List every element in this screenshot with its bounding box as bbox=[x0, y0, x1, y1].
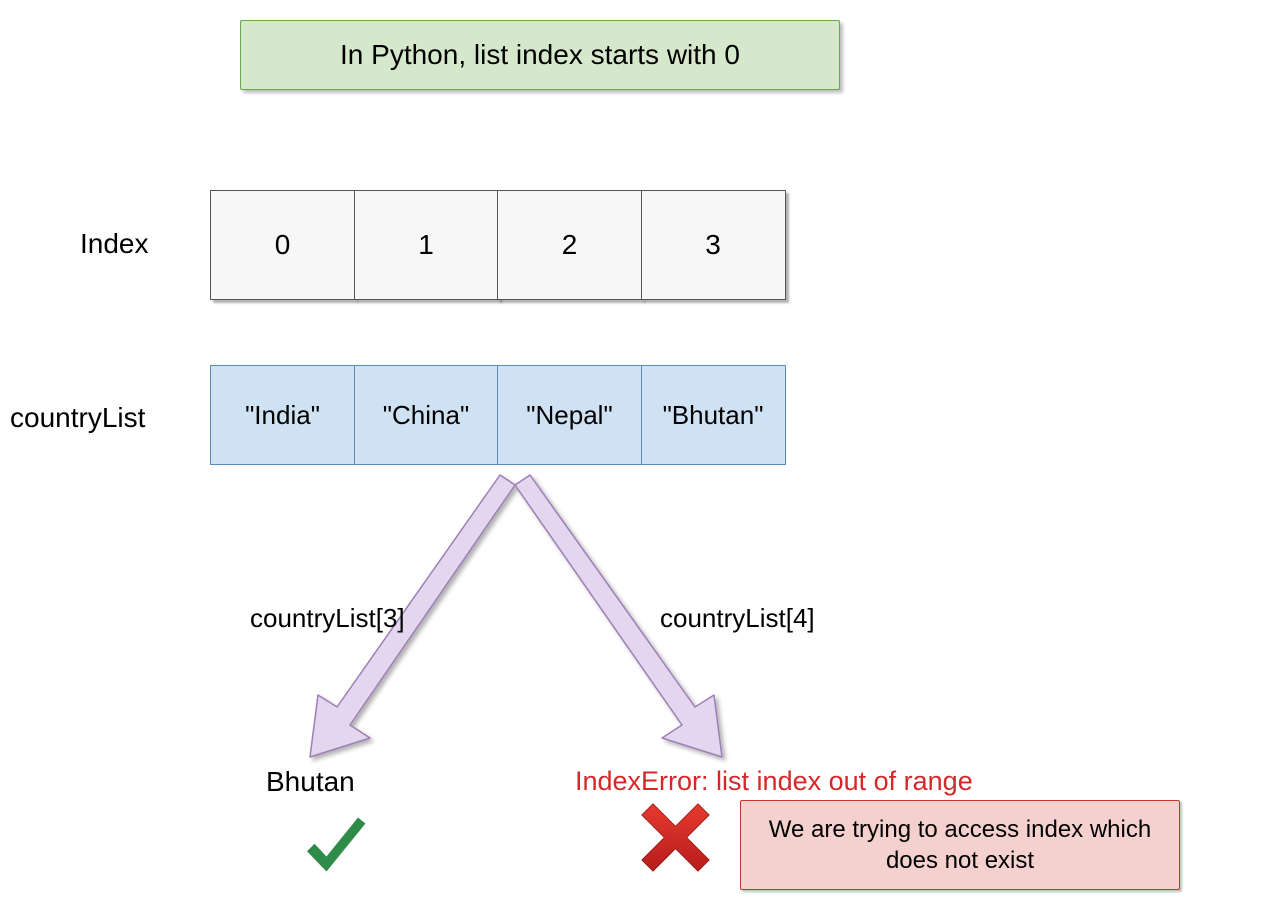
countrylist-label: countryList bbox=[10, 402, 145, 434]
index-cell-1: 1 bbox=[354, 190, 499, 300]
index-val-2: 2 bbox=[562, 229, 578, 261]
right-expr: countryList[4] bbox=[660, 603, 815, 634]
error-text: IndexError: list index out of range bbox=[575, 766, 973, 797]
index-row: 0 1 2 3 bbox=[210, 190, 786, 300]
list-cell-0: "India" bbox=[210, 365, 355, 465]
index-cell-2: 2 bbox=[497, 190, 642, 300]
left-result: Bhutan bbox=[266, 766, 355, 798]
list-cell-2: "Nepal" bbox=[497, 365, 642, 465]
cross-icon bbox=[638, 800, 713, 875]
list-val-1: "China" bbox=[383, 400, 469, 431]
list-row: "India" "China" "Nepal" "Bhutan" bbox=[210, 365, 786, 465]
list-val-3: "Bhutan" bbox=[663, 400, 764, 431]
note-box: We are trying to access index which does… bbox=[740, 800, 1180, 890]
list-cell-3: "Bhutan" bbox=[641, 365, 786, 465]
list-val-2: "Nepal" bbox=[526, 400, 612, 431]
index-label: Index bbox=[80, 228, 149, 260]
title-text: In Python, list index starts with 0 bbox=[340, 39, 740, 71]
index-val-1: 1 bbox=[418, 229, 434, 261]
list-val-0: "India" bbox=[245, 400, 320, 431]
index-val-0: 0 bbox=[275, 229, 291, 261]
index-cell-0: 0 bbox=[210, 190, 355, 300]
note-text: We are trying to access index which does… bbox=[757, 814, 1163, 876]
index-val-3: 3 bbox=[705, 229, 721, 261]
title-box: In Python, list index starts with 0 bbox=[240, 20, 840, 90]
index-cell-3: 3 bbox=[641, 190, 786, 300]
left-expr: countryList[3] bbox=[250, 603, 405, 634]
check-icon bbox=[298, 810, 373, 885]
list-cell-1: "China" bbox=[354, 365, 499, 465]
